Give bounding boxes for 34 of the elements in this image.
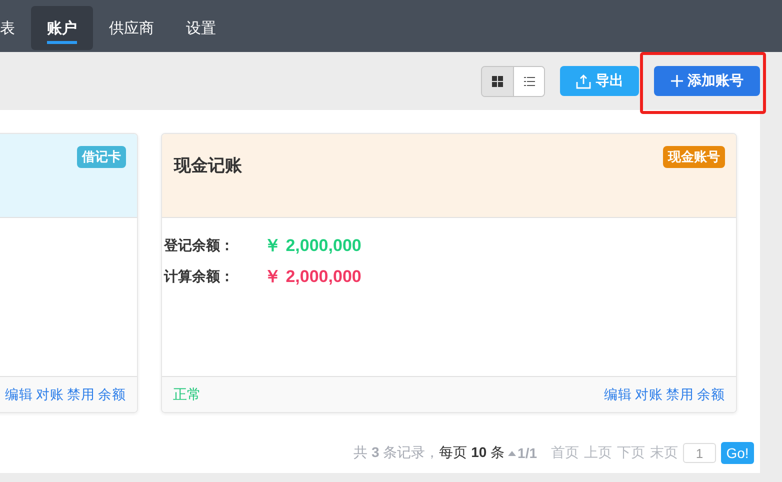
card-action-link[interactable]: 对账 (36, 386, 64, 404)
add-account-button[interactable]: 添加账号 (654, 66, 760, 96)
status-text: 正常 (173, 386, 201, 404)
page-indicator: 1/1 (518, 445, 537, 461)
export-button[interactable]: 导出 (560, 66, 639, 96)
plus-icon (670, 75, 682, 87)
grid-icon (492, 76, 503, 86)
balance-value: ￥ 2,000,000 (264, 266, 362, 288)
list-icon (524, 76, 534, 86)
card-action-link[interactable]: 禁用 (67, 386, 95, 404)
card-action-link[interactable]: 对账 (635, 386, 663, 404)
balance-label: 计算余额： (164, 268, 235, 286)
nav-tab[interactable]: 设置 (170, 6, 232, 50)
balance-value: ￥ 2,000,000 (264, 235, 362, 257)
list-view-button[interactable] (513, 66, 544, 96)
nav-tab[interactable]: 账户 (31, 6, 93, 50)
account-type-tag: 现金账号 (663, 146, 725, 168)
balance-label: 登记余额： (164, 236, 235, 254)
card-title: 现金记账 (174, 155, 242, 177)
card-action-link[interactable]: 编辑 (604, 386, 632, 404)
per-page-selector[interactable]: 每页 10 条 (439, 444, 516, 462)
card-action-link[interactable]: 余额 (697, 386, 725, 404)
go-button[interactable]: Go! (721, 442, 754, 464)
account-type-tag: 借记卡 (77, 146, 126, 168)
record-summary: 共 3 条记录， (354, 444, 440, 462)
nav-tab[interactable]: 供应商 (93, 6, 170, 50)
card-action-link[interactable]: 编辑 (5, 386, 33, 404)
caret-up-icon (508, 450, 516, 456)
page-input[interactable]: 1 (683, 443, 716, 463)
card-action-link[interactable]: 禁用 (666, 386, 694, 404)
grid-view-button[interactable] (482, 66, 513, 96)
nav-tab[interactable]: 表 (0, 6, 31, 50)
card-action-link[interactable]: 余额 (98, 386, 126, 404)
upload-icon (576, 74, 590, 88)
